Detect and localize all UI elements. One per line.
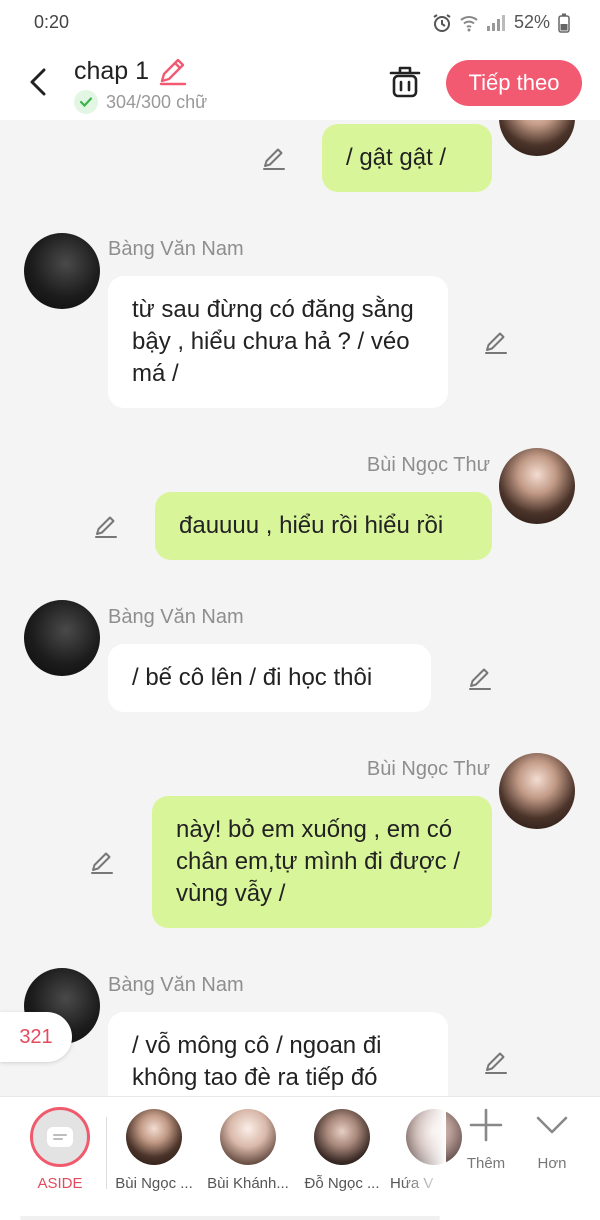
status-time: 0:20 — [34, 12, 70, 32]
message-bubble[interactable]: đauuuu , hiểu rồi hiểu rồi — [155, 492, 492, 560]
add-character-button[interactable]: Thêm — [456, 1107, 516, 1197]
chat-area[interactable]: / gật gật / Bàng Văn Nam từ sau đừng có … — [0, 120, 600, 1096]
trash-icon — [389, 66, 421, 98]
divider — [106, 1117, 107, 1189]
character-name: Bùi Khánh... — [207, 1175, 289, 1192]
status-icons: 52% — [432, 12, 570, 33]
edit-message-icon[interactable] — [88, 848, 116, 876]
message-bubble[interactable]: / bế cô lên / đi học thôi — [108, 644, 431, 712]
message-bubble[interactable]: từ sau đừng có đăng sằng bậy , hiểu chưa… — [108, 276, 448, 408]
back-button[interactable] — [22, 62, 54, 102]
alarm-icon — [433, 13, 451, 32]
message-bubble[interactable]: / vỗ mông cô / ngoan đi không tao đè ra … — [108, 1012, 448, 1096]
scroll-fade — [400, 1097, 446, 1207]
edit-message-icon[interactable] — [92, 512, 120, 540]
character-name: Đỗ Ngọc ... — [304, 1175, 380, 1192]
sender-name: Bàng Văn Nam — [108, 606, 244, 628]
header: chap 1 304/300 chữ Tiếp theo — [0, 44, 600, 120]
status-bar: 0:20 52% — [0, 0, 600, 44]
battery-percent: 52% — [513, 12, 550, 32]
sender-name: Bàng Văn Nam — [108, 974, 244, 996]
edit-message-icon[interactable] — [466, 664, 494, 692]
character-avatar[interactable] — [126, 1109, 182, 1165]
character-avatar[interactable] — [220, 1109, 276, 1165]
aside-label: ASIDE — [37, 1175, 83, 1192]
edit-message-icon[interactable] — [482, 328, 510, 356]
next-button[interactable]: Tiếp theo — [446, 60, 582, 106]
sender-name: Bùi Ngọc Thư — [366, 758, 490, 780]
avatar[interactable] — [24, 233, 100, 309]
signal-icon — [486, 14, 505, 31]
home-indicator — [20, 1216, 440, 1220]
avatar[interactable] — [499, 448, 575, 524]
aside-icon — [47, 1127, 73, 1147]
chapter-title-row[interactable]: chap 1 — [74, 56, 187, 86]
more-button[interactable]: Hơn — [522, 1107, 582, 1197]
sender-name: Bàng Văn Nam — [108, 238, 244, 260]
message-bubble[interactable]: / gật gật / — [322, 124, 492, 192]
add-label: Thêm — [466, 1155, 506, 1172]
aside-button[interactable] — [30, 1107, 90, 1167]
avatar[interactable] — [499, 120, 575, 156]
avatar[interactable] — [24, 600, 100, 676]
chevron-left-icon — [30, 68, 46, 96]
pencil-icon[interactable] — [157, 56, 187, 86]
message-bubble[interactable]: này! bỏ em xuống , em có chân em,tự mình… — [152, 796, 492, 928]
battery-icon — [558, 13, 570, 33]
word-count: 304/300 chữ — [74, 90, 207, 114]
chapter-title: chap 1 — [74, 56, 150, 85]
avatar[interactable] — [499, 753, 575, 829]
more-label: Hơn — [537, 1155, 567, 1172]
delete-button[interactable] — [388, 64, 422, 100]
message-count-badge[interactable]: 321 — [0, 1012, 72, 1062]
word-count-text: 304/300 chữ — [106, 91, 208, 112]
edit-message-icon[interactable] — [482, 1048, 510, 1076]
sender-name: Bùi Ngọc Thư — [366, 454, 490, 476]
wifi-icon — [460, 15, 478, 31]
plus-icon — [469, 1108, 503, 1142]
bottom-toolbar: ASIDE Bùi Ngọc ... Bùi Khánh... Đỗ Ngọc … — [0, 1096, 600, 1220]
chevron-down-icon — [536, 1116, 568, 1134]
character-name: Bùi Ngọc ... — [115, 1175, 193, 1192]
edit-message-icon[interactable] — [260, 144, 288, 172]
check-icon — [74, 90, 98, 114]
character-avatar[interactable] — [314, 1109, 370, 1165]
